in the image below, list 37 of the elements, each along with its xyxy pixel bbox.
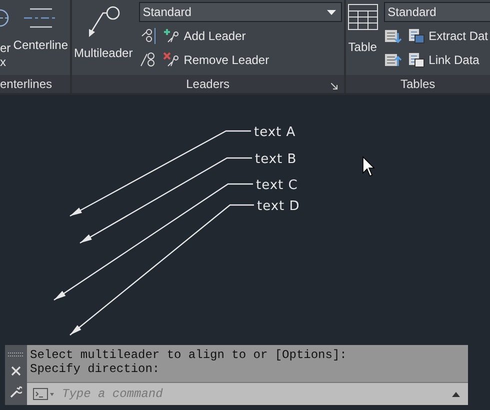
centerline-icon (24, 6, 58, 30)
leader-text: text B (255, 152, 297, 167)
command-input-field[interactable]: Type a command (60, 386, 447, 402)
extract-data-button[interactable]: Extract Dat (408, 27, 488, 44)
remove-leader-button[interactable]: Remove Leader (162, 52, 270, 67)
centerline-button[interactable]: Centerline (11, 0, 70, 75)
collect-leaders-icon[interactable] (138, 50, 157, 68)
mouse-cursor-icon (362, 156, 375, 177)
leader-icon (86, 6, 120, 38)
dialog-launcher-icon[interactable] (330, 83, 338, 90)
style-dropdown[interactable]: Standard (384, 2, 490, 22)
data-extraction-icon (408, 27, 425, 44)
linked-table-icon (408, 51, 425, 68)
link-data-button[interactable]: Link Data (408, 51, 480, 68)
leader-text: text D (257, 199, 300, 214)
panel-label: Leaders (186, 77, 230, 91)
panel-label: Tables (346, 75, 490, 93)
close-icon[interactable] (11, 366, 21, 376)
button-label[interactable]: x (0, 55, 6, 69)
command-prompt-icon[interactable] (33, 388, 55, 400)
button-label[interactable]: er (0, 41, 11, 55)
panel-label: enterlines (0, 75, 70, 93)
add-leader-icon (162, 28, 180, 43)
command-history-line: Select multileader to align to or [Options]: (30, 348, 348, 362)
command-history-line: Specify direction: (30, 362, 161, 376)
caret-icon (326, 10, 336, 14)
add-leader-button[interactable]: Add Leader (162, 28, 246, 43)
table-button[interactable]: Table (346, 0, 380, 75)
leader-text: text C (256, 178, 298, 193)
leader-text: text A (254, 125, 296, 140)
grip-handle-icon[interactable] (7, 352, 25, 357)
caret-up-icon[interactable] (452, 392, 460, 396)
table-icon (348, 4, 378, 30)
multileader-button[interactable]: Multileader (72, 0, 135, 75)
command-input-box[interactable]: Type a command (27, 382, 468, 405)
style-dropdown[interactable]: Standard (138, 2, 342, 22)
remove-leader-icon (162, 52, 180, 67)
